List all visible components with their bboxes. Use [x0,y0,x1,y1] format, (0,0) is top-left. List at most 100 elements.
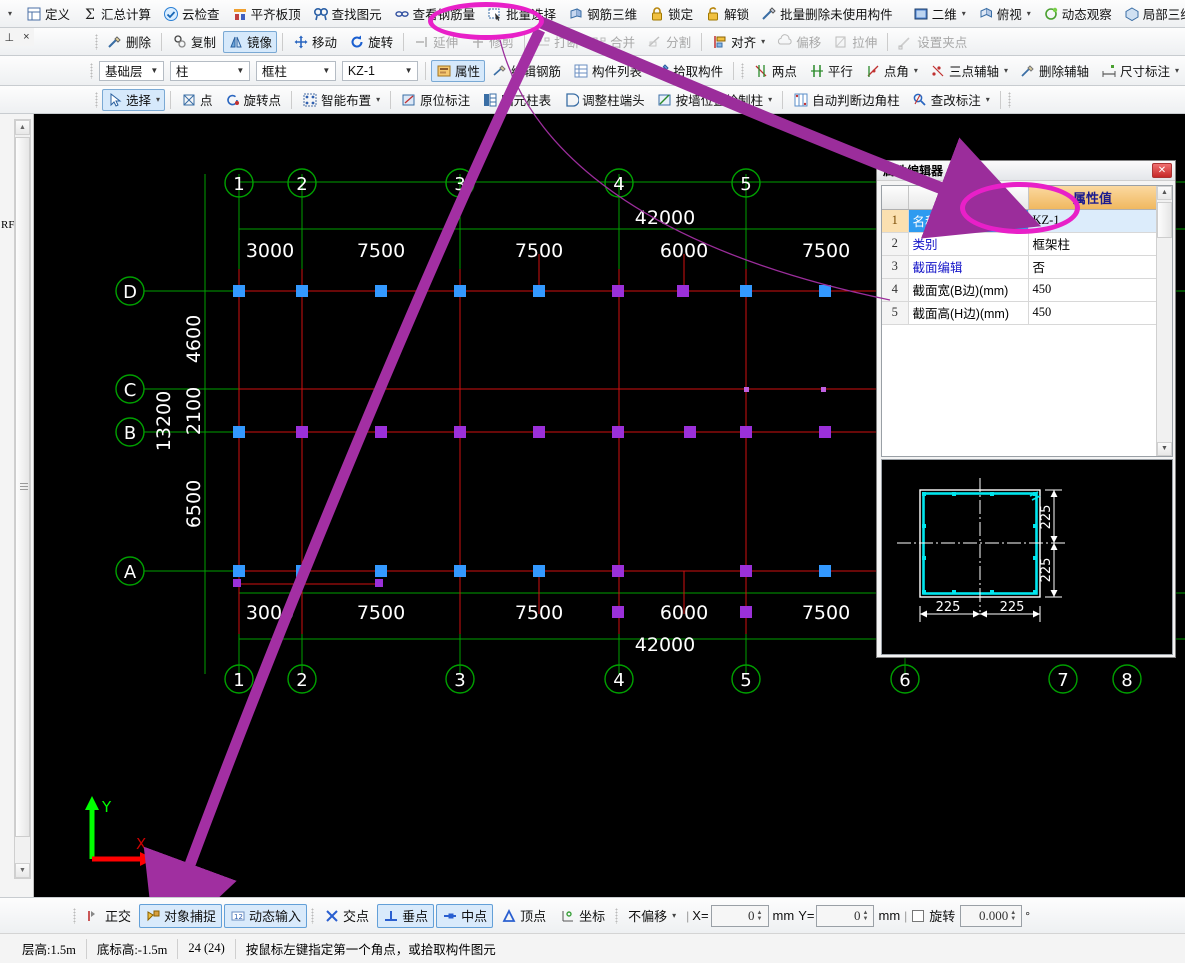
edit-item-set-grip[interactable]: 设置夹点 [893,31,972,53]
toolbar-grip[interactable] [73,907,76,924]
pin-icon[interactable]: ⊥ [4,31,14,44]
toolbar-item-rebar-3d[interactable]: 钢筋三维 [563,3,642,25]
property-editor-dialog[interactable]: 属性编辑器 ✕ 属性名称 属性值 1 名称 KZ-1 2 类别 框架柱 3 截面… [876,160,1176,658]
chevron-down-icon[interactable]: ▾ [1004,66,1008,75]
category-combo[interactable]: 柱 ▼ [169,60,250,81]
y-input[interactable]: 0 ▲ ▼ [816,904,875,927]
close-icon[interactable]: ✕ [1152,163,1172,178]
row-property-name[interactable]: 截面宽(B边)(mm) [908,278,1029,302]
edit-item-move[interactable]: 移动 [288,31,342,53]
status-item-dynamic-input[interactable]: 12 动态输入 [224,903,308,928]
row-property-value[interactable]: 450 [1028,301,1158,325]
toolbar-grip[interactable] [615,907,619,924]
chevron-down-icon[interactable]: ▾ [914,66,918,75]
draw-item-in-situ-label[interactable]: 原位标注 [396,89,475,111]
toolbar-item-summary-calc[interactable]: Σ 汇总计算 [77,3,156,25]
toolbar-grip[interactable] [95,33,98,50]
edit-item-split[interactable]: 分割 [642,31,696,53]
row-property-value[interactable]: 否 [1028,255,1158,279]
offset-combo[interactable]: 不偏移 ▾ [622,904,682,928]
table-row[interactable]: 3 截面编辑 否 [882,255,1158,279]
rotate-input[interactable]: 0.000 ▲ ▼ [960,904,1023,927]
status-item-ortho[interactable]: 正交 [80,904,137,928]
edit-item-break[interactable]: 打断 [530,31,584,53]
component-item-pick-component[interactable]: 拾取构件 [649,60,728,82]
toolbar-item-view-2d[interactable]: 二维 ▾ [908,3,971,25]
toolbar-item-local-3d[interactable]: 局部三维 [1119,3,1185,25]
table-row[interactable]: 2 类别 框架柱 [882,232,1158,256]
chevron-down-icon[interactable]: ▾ [376,95,380,104]
row-property-name[interactable]: 截面高(H边)(mm) [908,301,1029,325]
chevron-down-icon[interactable]: ▾ [1027,9,1031,18]
status-item-vertex[interactable]: 顶点 [495,904,552,928]
toolbar-item-unlock[interactable]: 解锁 [700,3,754,25]
table-row[interactable]: 5 截面高(H边)(mm) 450 [882,301,1158,325]
scroll-up-arrow[interactable]: ▲ [15,120,30,135]
chevron-down-icon[interactable]: ▼ [320,66,333,75]
toolbar-overflow-caret[interactable]: ▾ [8,9,12,18]
chevron-down-icon[interactable]: ▼ [148,66,161,75]
component-item-properties[interactable]: 属性 [431,59,486,82]
toolbar-grip[interactable] [1007,91,1011,108]
component-item-parallel[interactable]: 平行 [804,60,858,82]
edit-item-align[interactable]: 对齐 ▾ [707,31,770,53]
toolbar-item-batch-delete-unused[interactable]: 批量删除未使用构件 [756,3,898,25]
left-panel-scrollbar[interactable]: ▲ ▼ [14,119,31,879]
chevron-down-icon[interactable]: ▾ [672,911,676,920]
rotate-checkbox[interactable] [912,909,925,922]
toolbar-grip[interactable] [741,62,744,79]
status-item-intersection[interactable]: 交点 [318,904,375,928]
component-item-dimension[interactable]: 尺寸标注 ▾ [1096,60,1184,82]
chevron-down-icon[interactable]: ▾ [962,9,966,18]
edit-item-rotate[interactable]: 旋转 [344,31,398,53]
chevron-down-icon[interactable]: ▾ [768,95,772,104]
scroll-down-arrow[interactable]: ▼ [15,863,30,878]
chevron-down-icon[interactable]: ▾ [986,95,990,104]
toolbar-grip[interactable] [95,91,98,108]
component-item-edit-rebar[interactable]: 编辑钢筋 [487,60,566,82]
toolbar-grip[interactable] [311,907,315,924]
toolbar-item-cloud-check[interactable]: 云检查 [158,3,225,25]
edit-item-stretch[interactable]: 拉伸 [828,31,882,53]
toolbar-item-find-element[interactable]: 查找图元 [308,3,387,25]
header-index[interactable] [882,186,909,210]
member-combo[interactable]: KZ-1 ▼ [341,60,419,81]
scroll-thumb[interactable] [1157,202,1172,238]
toolbar-grip[interactable] [90,62,93,79]
row-property-value[interactable]: 450 [1028,278,1158,302]
edit-item-offset[interactable]: 偏移 [772,31,826,53]
toolbar-item-definition[interactable]: 定义 [21,3,75,25]
status-item-perpendicular[interactable]: 垂点 [377,903,435,928]
draw-item-draw-column-by-wall[interactable]: 按墙位置绘制柱 ▾ [652,89,778,111]
chevron-down-icon[interactable]: ▾ [156,95,160,104]
row-property-value[interactable]: 框架柱 [1028,232,1158,256]
chevron-down-icon[interactable]: ▾ [1175,66,1179,75]
component-item-three-point-axis[interactable]: 三点辅轴 ▾ [925,60,1013,82]
dialog-titlebar[interactable]: 属性编辑器 ✕ [877,161,1175,181]
section-preview[interactable]: 225 225 225 225 [881,459,1173,655]
chevron-down-icon[interactable]: ▾ [761,37,765,46]
edit-item-merge[interactable]: 合并 [586,31,640,53]
draw-item-adjust-column-end[interactable]: 调整柱端头 [558,89,650,111]
draw-item-smart-layout[interactable]: 智能布置 ▾ [297,89,385,111]
y-spinner[interactable]: ▲ ▼ [862,910,871,922]
toolbar-item-dynamic-observe[interactable]: 动态观察 [1038,3,1117,25]
toolbar-item-align-slab-top[interactable]: 平齐板顶 [227,3,306,25]
draw-item-check-edit-label[interactable]: 查改标注 ▾ [907,89,995,111]
component-item-point-angle[interactable]: 点角 ▾ [860,60,923,82]
scroll-down-arrow[interactable]: ▼ [1157,442,1172,456]
close-icon[interactable]: × [23,31,29,43]
row-property-name[interactable]: 类别 [908,232,1029,256]
status-item-coordinate[interactable]: 坐标 [554,904,611,928]
edit-item-copy[interactable]: 复制 [167,31,221,53]
toolbar-item-top-view[interactable]: 俯视 ▾ [973,3,1036,25]
toolbar-item-lock[interactable]: 锁定 [644,3,698,25]
scroll-thumb[interactable] [15,137,30,837]
draw-item-point[interactable]: 点 [176,89,218,111]
draw-item-auto-corner-column[interactable]: 自动判断边角柱 [788,89,905,111]
component-item-delete-axis[interactable]: 删除辅轴 [1015,60,1094,82]
type-combo[interactable]: 框柱 ▼ [255,60,336,81]
row-property-name[interactable]: 截面编辑 [908,255,1029,279]
x-spinner[interactable]: ▲ ▼ [757,910,766,922]
edit-item-mirror[interactable]: 镜像 [223,30,278,53]
